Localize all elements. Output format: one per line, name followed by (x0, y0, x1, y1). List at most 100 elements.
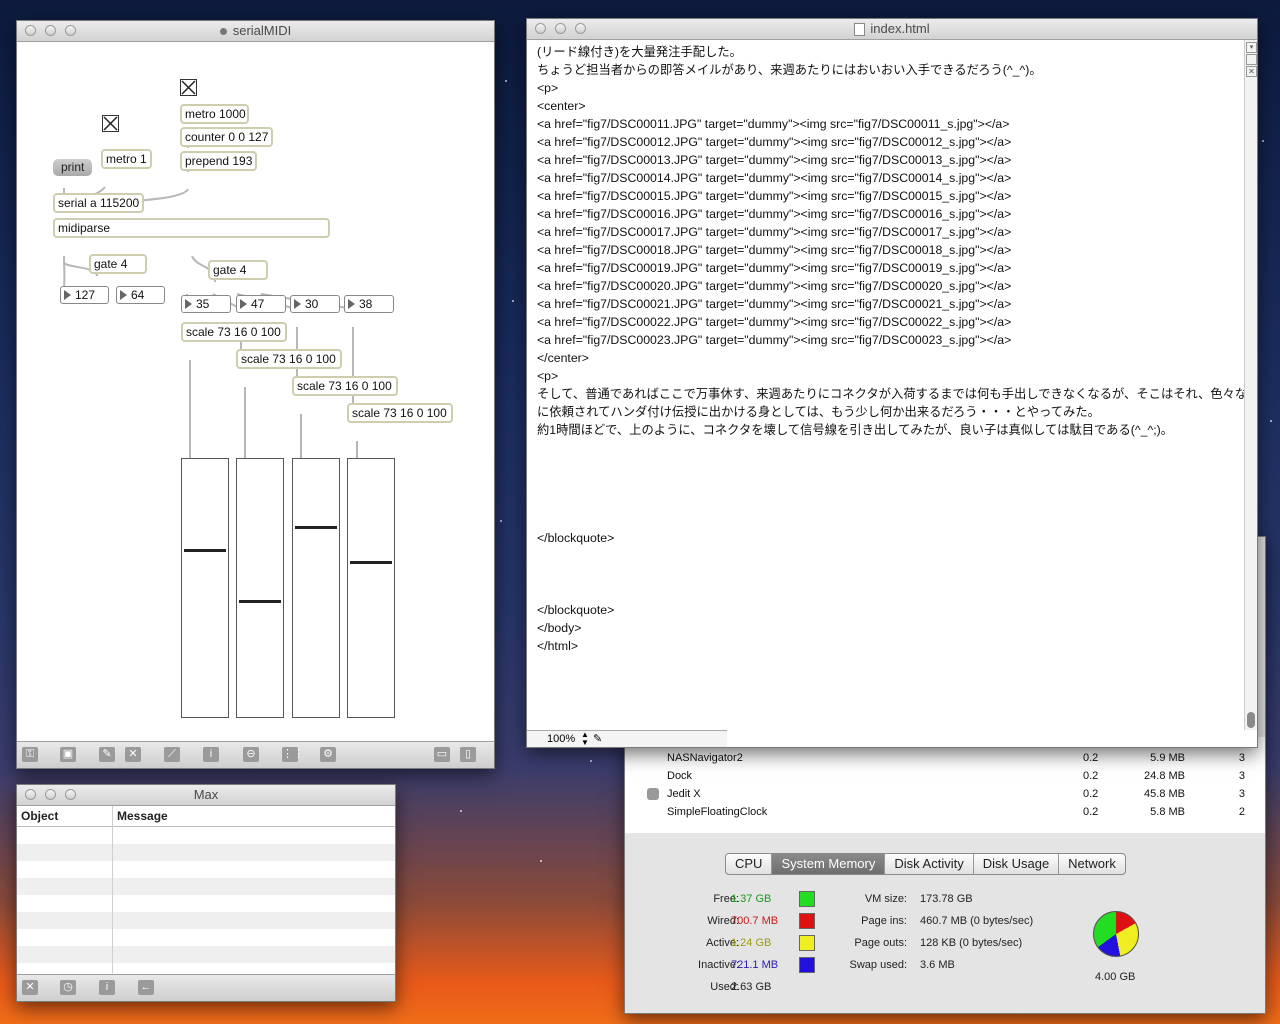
slider-2[interactable] (236, 458, 284, 718)
minimize-button[interactable] (45, 25, 56, 36)
number-box-35[interactable]: 35 (181, 295, 231, 313)
code-line[interactable] (537, 439, 1245, 457)
code-line[interactable]: 約1時間ほどで、上のように、コネクタを壊して信号線を引き出してみたが、良い子は真… (537, 421, 1245, 439)
metro-1000-object[interactable]: metro 1000 (180, 104, 249, 124)
code-line[interactable] (537, 457, 1245, 475)
code-line[interactable] (537, 493, 1245, 511)
info-icon[interactable]: i (203, 747, 219, 762)
code-line[interactable]: (リード線付き)を大量発注手配した。 (537, 43, 1245, 61)
lock-icon[interactable]: ⚿ (22, 747, 38, 762)
scroll-thumb[interactable] (1247, 712, 1255, 728)
zoom-button[interactable] (575, 23, 586, 34)
code-line[interactable] (537, 565, 1245, 583)
editor-titlebar[interactable]: index.html (527, 19, 1257, 40)
process-row[interactable]: NASNavigator2 0.2 5.9 MB 3 (625, 749, 1265, 767)
code-line[interactable]: </html> (537, 637, 1245, 655)
number-box-30[interactable]: 30 (290, 295, 340, 313)
scale-object-1[interactable]: scale 73 16 0 100 (181, 322, 287, 342)
code-line[interactable]: </center> (537, 349, 1245, 367)
zoom-button[interactable] (65, 25, 76, 36)
code-line[interactable]: <a href="fig7/DSC00014.JPG" target="dumm… (537, 169, 1245, 187)
slider-knob[interactable] (239, 600, 281, 603)
process-row[interactable]: Dock 0.2 24.8 MB 3 (625, 767, 1265, 785)
code-line[interactable]: <a href="fig7/DSC00016.JPG" target="dumm… (537, 205, 1245, 223)
minimize-button[interactable] (555, 23, 566, 34)
slider-knob[interactable] (184, 549, 226, 552)
max-titlebar[interactable]: Max (17, 785, 395, 806)
toggle-left[interactable] (102, 115, 119, 132)
code-line[interactable]: <a href="fig7/DSC00012.JPG" target="dumm… (537, 133, 1245, 151)
info-icon[interactable]: i (99, 980, 115, 995)
close-button[interactable] (25, 25, 36, 36)
process-row[interactable]: Jedit X 0.2 45.8 MB 3 (625, 785, 1265, 803)
number-box-64[interactable]: 64 (116, 286, 165, 304)
back-arrow-icon[interactable]: ← (138, 980, 154, 995)
code-line[interactable] (537, 583, 1245, 601)
number-box-38[interactable]: 38 (344, 295, 394, 313)
print-object[interactable]: print (53, 159, 93, 176)
code-line[interactable]: <a href="fig7/DSC00020.JPG" target="dumm… (537, 277, 1245, 295)
scale-object-2[interactable]: scale 73 16 0 100 (236, 349, 342, 369)
code-line[interactable]: <a href="fig7/DSC00018.JPG" target="dumm… (537, 241, 1245, 259)
code-line[interactable]: </blockquote> (537, 601, 1245, 619)
gate-right-object[interactable]: gate 4 (208, 260, 268, 280)
code-line[interactable]: <a href="fig7/DSC00017.JPG" target="dumm… (537, 223, 1245, 241)
code-line[interactable]: <a href="fig7/DSC00015.JPG" target="dumm… (537, 187, 1245, 205)
object-column-header[interactable]: Object (21, 809, 58, 823)
vertical-scrollbar[interactable]: ▾ ✕ (1244, 40, 1257, 730)
code-line[interactable]: そして、普通であればここで万事休す、来週あたりにコネクタが入荷するまでは何も手出… (537, 385, 1245, 403)
tab-network[interactable]: Network (1058, 854, 1125, 874)
code-line[interactable]: <p> (537, 367, 1245, 385)
code-line[interactable]: <a href="fig7/DSC00019.JPG" target="dumm… (537, 259, 1245, 277)
code-line[interactable] (537, 547, 1245, 565)
metro-1-object[interactable]: metro 1 (101, 149, 152, 169)
scale-object-4[interactable]: scale 73 16 0 100 (347, 403, 453, 423)
code-line[interactable]: に依頼されてハンダ付け伝授に出かける身としては、もう少し何か出来るだろう・・・と… (537, 403, 1245, 421)
slider-4[interactable] (347, 458, 395, 718)
new-object-icon[interactable]: ✎ (99, 747, 115, 762)
split-vertical-icon[interactable]: ▯ (460, 747, 476, 762)
tab-disk-activity[interactable]: Disk Activity (884, 854, 972, 874)
zoom-level[interactable]: 100% (547, 731, 575, 747)
counter-object[interactable]: counter 0 0 127 (180, 127, 273, 147)
serialmidi-titlebar[interactable]: serialMIDI (17, 21, 494, 42)
code-text[interactable]: (リード線付き)を大量発注手配した。 ちょうど担当者からの即答メイルがあり、来週あ… (537, 43, 1245, 655)
code-line[interactable]: <a href="fig7/DSC00021.JPG" target="dumm… (537, 295, 1245, 313)
code-line[interactable]: <center> (537, 97, 1245, 115)
inspector-icon[interactable]: ⚙ (320, 747, 336, 762)
scale-object-3[interactable]: scale 73 16 0 100 (292, 376, 398, 396)
gate-left-object[interactable]: gate 4 (89, 254, 147, 274)
palette-icon[interactable]: ⋮⋮ (282, 747, 304, 762)
minimize-button[interactable] (45, 789, 56, 800)
clock-icon[interactable]: ◷ (60, 980, 76, 995)
message-column-header[interactable]: Message (117, 809, 168, 823)
code-line[interactable] (537, 511, 1245, 529)
slider-knob[interactable] (295, 526, 337, 529)
tab-system-memory[interactable]: System Memory (771, 854, 885, 874)
tab-disk-usage[interactable]: Disk Usage (972, 854, 1058, 874)
code-line[interactable]: </blockquote> (537, 529, 1245, 547)
scroll-arrow-icon[interactable]: ▾ (1246, 42, 1257, 53)
slider-knob[interactable] (350, 561, 392, 564)
code-line[interactable]: <a href="fig7/DSC00022.JPG" target="dumm… (537, 313, 1245, 331)
toggle-top[interactable] (180, 79, 197, 96)
midiparse-object[interactable]: midiparse (53, 218, 330, 238)
align-icon[interactable]: ⊖ (243, 747, 259, 762)
code-line[interactable]: <a href="fig7/DSC00023.JPG" target="dumm… (537, 331, 1245, 349)
code-line[interactable]: </body> (537, 619, 1245, 637)
code-line[interactable] (537, 475, 1245, 493)
slider-1[interactable] (181, 458, 229, 718)
delete-icon[interactable]: ✕ (125, 747, 141, 762)
close-button[interactable] (535, 23, 546, 34)
number-box-47[interactable]: 47 (236, 295, 286, 313)
split-horizontal-icon[interactable]: ▭ (434, 747, 450, 762)
code-line[interactable]: ちょうど担当者からの即答メイルがあり、来週あたりにはおいおい入手できるだろう(^… (537, 61, 1245, 79)
code-line[interactable]: <a href="fig7/DSC00013.JPG" target="dumm… (537, 151, 1245, 169)
prepend-object[interactable]: prepend 193 (180, 151, 257, 171)
serial-object[interactable]: serial a 115200 (53, 193, 144, 213)
close-split-icon[interactable]: ✕ (1246, 66, 1257, 77)
process-row[interactable]: SimpleFloatingClock 0.2 5.8 MB 2 (625, 803, 1265, 821)
number-box-127[interactable]: 127 (60, 286, 109, 304)
zoom-stepper-icon[interactable]: ▲ ▼ (581, 731, 589, 747)
text-area[interactable]: (リード線付き)を大量発注手配した。 ちょうど担当者からの即答メイルがあり、来週あ… (527, 40, 1245, 730)
